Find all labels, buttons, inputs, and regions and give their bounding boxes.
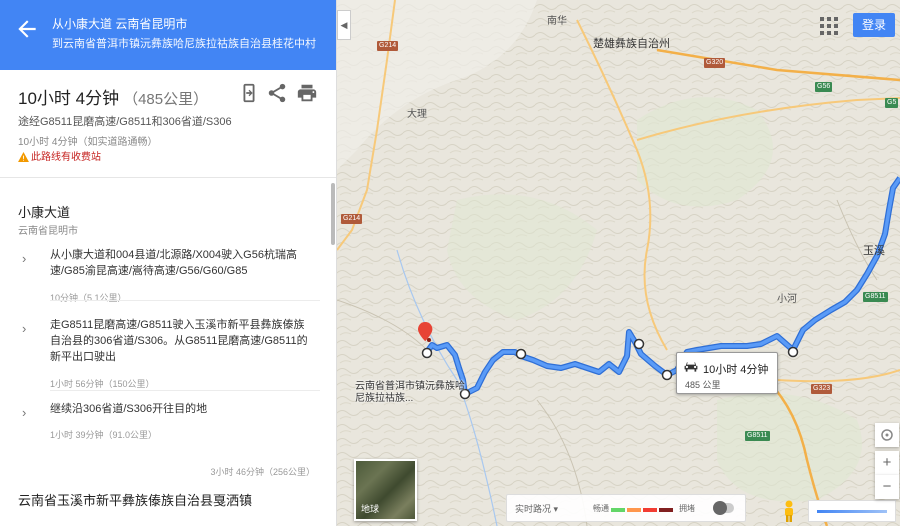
satellite-toggle[interactable]: 地球 [354,459,417,521]
step-meta: 1小时 56分钟（150公里） [50,379,155,389]
route-summary: 10小时 4分钟 （485公里） 途经G8511昆磨高速/G8511和306省道/… [0,70,336,178]
scrollbar[interactable] [331,183,335,245]
route-via: 途经G8511昆磨高速/G8511和306省道/S306 [18,116,232,128]
callout-duration: 10小时 4分钟 [703,364,769,376]
leg-total: 3小时 46分钟（256公里） [210,467,315,477]
step-item[interactable]: › 从小康大道和004县道/北源路/X004驶入G56杭瑞高速/G85渝昆高速/… [0,247,325,307]
road-shield: G56 [815,82,833,92]
directions-header: 从小康大道 云南省昆明市 到云南省普洱市镇沅彝族哈尼族拉祜族自治县桂花中村 [0,0,336,70]
step-text: 继续沿306省道/S306开往目的地 [50,403,208,415]
collapse-panel-button[interactable]: ◀ [337,10,351,40]
direction-steps: 小康大道 云南省昆明市 › 从小康大道和004县道/北源路/X004驶入G56杭… [0,178,336,526]
directions-panel: 从小康大道 云南省昆明市 到云南省普洱市镇沅彝族哈尼族拉祜族自治县桂花中村 10… [0,0,337,526]
toll-warning: 此路线有收费站 [18,148,101,163]
town-label: 楚雄彝族自治州 [593,38,670,50]
zoom-in-button[interactable]: + [875,451,899,475]
pegman-icon[interactable] [782,500,796,522]
road-shield: G323 [811,384,833,394]
step-meta: 10分钟（5.1公里） [50,293,127,303]
road-shield: G320 [704,58,726,68]
origin-name: 小康大道 [18,205,71,220]
traffic-time-select[interactable]: 实时路况 ▾ [515,502,558,515]
chevron-right-icon: › [22,405,27,420]
waypoint-marker[interactable] [661,369,673,381]
origin-subtitle: 云南省昆明市 [18,226,78,237]
traffic-bar [659,508,673,512]
waypoint-marker[interactable] [515,348,527,360]
origin-text[interactable]: 从小康大道 云南省昆明市 [52,15,187,32]
traffic-legend: 实时路况 ▾ 畅通 拥堵 [506,494,746,522]
route-callout[interactable]: 10小时 4分钟 485 公里 [676,352,778,394]
share-icon[interactable] [266,82,288,104]
road-shield: G8511 [863,292,888,302]
print-icon[interactable] [296,82,318,104]
road-shield: G214 [341,214,363,224]
traffic-bar [643,508,657,512]
chevron-right-icon: › [22,251,27,266]
town-label: 南华 [547,16,567,27]
road-shield: G8511 [745,431,770,441]
start-place-label: 云南省普洱市镇沅彝族哈尼族拉祜族... [355,381,465,404]
map-canvas[interactable]: G214 G320 G214 G56 G5 G8511 G323 G8511 楚… [337,0,900,526]
car-icon [684,362,698,372]
destination-text[interactable]: 到云南省普洱市镇沅彝族哈尼族拉祜族自治县桂花中村 [52,35,316,51]
send-to-phone-icon[interactable] [238,82,260,104]
compass-icon[interactable] [875,423,899,447]
warning-icon [18,152,29,162]
step-text: 走G8511昆磨高速/G8511驶入玉溪市新平县彝族傣族自治县的306省道/S3… [50,319,308,363]
step-meta: 1小时 39分钟（91.0公里） [50,430,158,440]
traffic-note: 10小时 4分钟（如实道路通畅） [18,137,158,148]
traffic-slow-label: 拥堵 [679,504,695,513]
leg-destination-name[interactable]: 云南省玉溪市新平彝族傣族自治县戛洒镇 [18,490,252,509]
start-marker[interactable] [421,347,433,359]
step-item[interactable]: › 继续沿306省道/S306开往目的地 1小时 39分钟（91.0公里） [0,401,325,443]
apps-grid-icon[interactable] [820,17,838,35]
divider [50,390,320,391]
step-text: 从小康大道和004县道/北源路/X004驶入G56杭瑞高速/G85渝昆高速/嵩待… [50,249,297,277]
callout-distance: 485 公里 [685,380,721,390]
traffic-bar [627,508,641,512]
route-distance: （485公里） [123,91,209,108]
route-duration: 10小时 4分钟 （485公里） [18,89,209,108]
chevron-right-icon: › [22,321,27,336]
satellite-label: 地球 [361,504,380,514]
road-shield: G5 [885,98,899,108]
divider [50,300,320,301]
traffic-fast-label: 畅通 [593,504,609,513]
road-shield: G214 [377,41,399,51]
map-terrain [337,0,900,526]
zoom-out-button[interactable]: − [875,475,899,499]
town-label: 玉溪 [863,245,885,257]
back-arrow-icon[interactable] [14,16,40,42]
map-scale [808,500,896,522]
waypoint-marker[interactable] [633,338,645,350]
traffic-toggle[interactable] [713,501,734,515]
town-label: 小河 [777,294,797,305]
step-item[interactable]: › 走G8511昆磨高速/G8511驶入玉溪市新平县彝族傣族自治县的306省道/… [0,317,325,389]
signin-button[interactable]: 登录 [853,13,895,37]
waypoint-marker[interactable] [787,346,799,358]
traffic-bar [611,508,625,512]
town-label: 大理 [407,109,427,120]
